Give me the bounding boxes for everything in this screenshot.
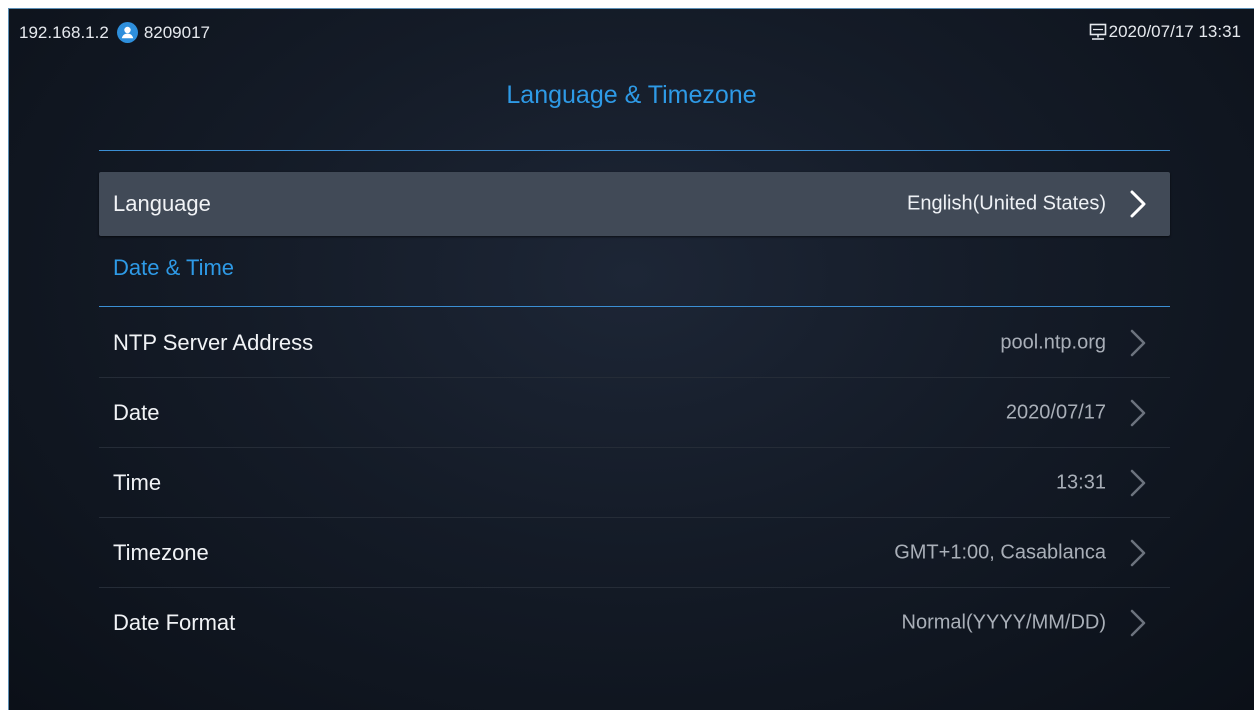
chevron-right-icon [1128,189,1148,219]
section-date-time-label: Date & Time [113,255,235,280]
time-row[interactable]: Time 13:31 [99,448,1170,518]
page-title: Language & Timezone [506,81,757,109]
ip-address: 192.168.1.2 [19,22,109,42]
date-row[interactable]: Date 2020/07/17 [99,378,1170,448]
date-format-label: Date Format [113,610,236,635]
chevron-right-icon [1128,608,1148,638]
timezone-row[interactable]: Timezone GMT+1:00, Casablanca [99,518,1170,588]
account-number: 8209017 [143,22,210,42]
ntp-server-address-label: NTP Server Address [113,329,314,355]
status-left: 192.168.1.2 8209017 [19,22,210,43]
network-icon [1089,23,1107,41]
date-value: 2020/07/17 [1005,401,1106,423]
date-label: Date [113,399,160,425]
time-value: 13:31 [1055,471,1106,493]
timezone-value: GMT+1:00, Casablanca [894,541,1106,563]
section-date-time: Date & Time [99,236,1170,307]
user-icon [116,22,138,43]
ntp-server-address-row[interactable]: NTP Server Address pool.ntp.org [99,308,1170,378]
time-label: Time [113,469,162,495]
screen: 192.168.1.2 8209017 2020/07/17 13:31 Lan… [8,8,1254,710]
title-divider [99,150,1170,151]
language-label: Language [113,191,211,216]
chevron-right-icon [1128,398,1148,428]
status-right: 2020/07/17 13:31 [1089,22,1241,42]
timezone-label: Timezone [113,539,209,565]
ntp-server-address-value: pool.ntp.org [1000,331,1106,353]
language-row[interactable]: Language English(United States) [99,172,1170,236]
chevron-right-icon [1128,538,1148,568]
chevron-right-icon [1128,468,1148,498]
language-value: English(United States) [907,192,1106,215]
status-bar: 192.168.1.2 8209017 2020/07/17 13:31 [9,9,1254,45]
date-format-row[interactable]: Date Format Normal(YYYY/MM/DD) [99,588,1170,658]
status-datetime: 2020/07/17 13:31 [1108,22,1241,41]
date-format-value: Normal(YYYY/MM/DD) [901,611,1106,634]
chevron-right-icon [1128,328,1148,358]
